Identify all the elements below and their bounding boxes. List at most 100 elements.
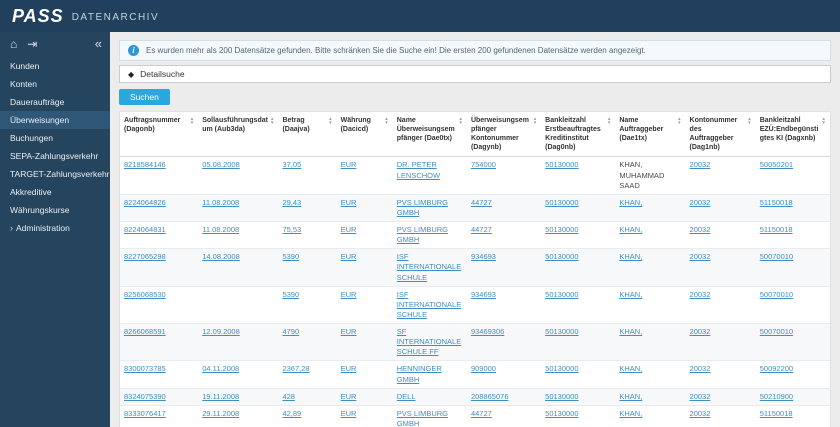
cell-link[interactable]: 51150018 (760, 225, 793, 234)
cell-link[interactable]: 42,89 (282, 409, 301, 418)
cell-link[interactable]: 50070010 (760, 252, 793, 261)
cell-link[interactable]: PVS LIMBURG GMBH (397, 198, 448, 217)
cell-link[interactable]: 51150018 (760, 409, 793, 418)
sort-icon[interactable]: ▲ ▼ (190, 116, 194, 134)
cell-link[interactable]: 8324075390 (124, 392, 166, 401)
cell-link[interactable]: 428 (282, 392, 295, 401)
cell-link[interactable]: 50070010 (760, 290, 793, 299)
cell-link[interactable]: 754000 (471, 160, 496, 169)
cell-link[interactable]: 04.11.2008 (202, 364, 239, 373)
cell-link[interactable]: 20032 (690, 327, 711, 336)
cell-link[interactable]: PVS LIMBURG GMBH (397, 225, 448, 244)
column-header[interactable]: Sollausführungsdatum (Aub3da) ▲ ▼ (198, 112, 279, 158)
panel-toggle-icon[interactable]: ◆ (128, 70, 134, 79)
cell-link[interactable]: KHAN, (619, 392, 642, 401)
cell-link[interactable]: DR. PETER LENSCHOW (397, 160, 440, 179)
cell-link[interactable]: 20032 (690, 392, 711, 401)
sidebar-item-akkreditive[interactable]: Akkreditive (0, 183, 110, 201)
cell-link[interactable]: EUR (341, 392, 357, 401)
cell-link[interactable]: 50130000 (545, 364, 578, 373)
cell-link[interactable]: EUR (341, 225, 357, 234)
column-header[interactable]: Bankleitzahl EZÜ:Endbegünstigtes KI (Dag… (755, 112, 830, 158)
cell-link[interactable]: EUR (341, 327, 357, 336)
cell-link[interactable]: 50130000 (545, 327, 578, 336)
cell-link[interactable]: ISF INTERNATIONALE SCHULE (397, 252, 461, 281)
cell-link[interactable]: PVS LIMBURG GMBH (397, 409, 448, 427)
cell-link[interactable]: 2367,28 (282, 364, 309, 373)
sort-icon[interactable]: ▲ ▼ (822, 116, 826, 143)
sort-icon[interactable]: ▲ ▼ (328, 116, 332, 134)
cell-link[interactable]: 44727 (471, 198, 492, 207)
cell-link[interactable]: KHAN, (619, 252, 642, 261)
cell-link[interactable]: KHAN, (619, 290, 642, 299)
logout-icon[interactable]: ⇥ (27, 38, 37, 50)
cell-link[interactable]: 8300073785 (124, 364, 166, 373)
sort-icon[interactable]: ▲ ▼ (607, 116, 611, 152)
cell-link[interactable]: EUR (341, 364, 357, 373)
cell-link[interactable]: 51150018 (760, 198, 793, 207)
cell-link[interactable]: KHAN, (619, 198, 642, 207)
cell-link[interactable]: 934693 (471, 290, 496, 299)
cell-link[interactable]: 50210900 (760, 392, 793, 401)
cell-link[interactable]: 50130000 (545, 198, 578, 207)
cell-link[interactable]: 50130000 (545, 290, 578, 299)
cell-link[interactable]: KHAN, (619, 364, 642, 373)
cell-link[interactable]: 75,53 (282, 225, 301, 234)
cell-link[interactable]: 20032 (690, 290, 711, 299)
cell-link[interactable]: 20032 (690, 225, 711, 234)
cell-link[interactable]: 8224064826 (124, 198, 166, 207)
sidebar-item-kunden[interactable]: Kunden (0, 57, 110, 75)
cell-link[interactable]: 11.08.2008 (202, 198, 239, 207)
cell-link[interactable]: 14.08.2008 (202, 252, 240, 261)
cell-link[interactable]: 29.11.2008 (202, 409, 239, 418)
column-header[interactable]: Bankleitzahl Erstbeauftragtes Kreditinst… (541, 112, 616, 158)
column-header[interactable]: Überweisungsempfänger Kontonummer (Dagyn… (466, 112, 542, 158)
sidebar-item-buchungen[interactable]: Buchungen (0, 129, 110, 147)
cell-link[interactable]: 20032 (690, 198, 711, 207)
cell-link[interactable]: HENNINGER GMBH (397, 364, 442, 383)
column-header[interactable]: Betrag (Daajva) ▲ ▼ (278, 112, 337, 158)
cell-link[interactable]: 208865076 (471, 392, 509, 401)
cell-link[interactable]: KHAN, (619, 225, 642, 234)
sidebar-item-administration[interactable]: › Administration (0, 219, 110, 237)
column-header[interactable]: Kontonummer des Auftraggeber (Dag1nb) ▲ ▼ (685, 112, 756, 158)
cell-link[interactable]: KHAN, (619, 327, 642, 336)
cell-link[interactable]: EUR (341, 252, 357, 261)
cell-link[interactable]: EUR (341, 290, 357, 299)
cell-link[interactable]: 29,43 (282, 198, 301, 207)
cell-link[interactable]: 8266068591 (124, 327, 166, 336)
cell-link[interactable]: 50130000 (545, 392, 578, 401)
cell-link[interactable]: 8227065298 (124, 252, 166, 261)
cell-link[interactable]: DELL (397, 392, 416, 401)
cell-link[interactable]: 93469306 (471, 327, 504, 336)
cell-link[interactable]: 909000 (471, 364, 496, 373)
cell-link[interactable]: 8256068530 (124, 290, 166, 299)
sidebar-item-sepa-zahlungsverkehr[interactable]: SEPA-Zahlungsverkehr (0, 147, 110, 165)
sort-icon[interactable]: ▲ ▼ (270, 116, 274, 134)
cell-link[interactable]: 20032 (690, 409, 711, 418)
cell-link[interactable]: 5390 (282, 290, 299, 299)
cell-link[interactable]: 11.08.2008 (202, 225, 239, 234)
column-header[interactable]: Auftragsnummer (Dagonb) ▲ ▼ (120, 112, 199, 158)
home-icon[interactable]: ⌂ (10, 38, 17, 50)
sort-icon[interactable]: ▲ ▼ (533, 116, 537, 152)
cell-link[interactable]: 05.08.2008 (202, 160, 240, 169)
cell-link[interactable]: 4790 (282, 327, 299, 336)
cell-link[interactable]: 50130000 (545, 409, 578, 418)
cell-link[interactable]: 20032 (690, 364, 711, 373)
cell-link[interactable]: 50130000 (545, 225, 578, 234)
column-header[interactable]: Name Überweisungsempfänger (Dae0tx) ▲ ▼ (392, 112, 467, 158)
cell-link[interactable]: 50130000 (545, 160, 578, 169)
column-header[interactable]: Name Auftraggeber (Dae1tx) ▲ ▼ (615, 112, 686, 158)
cell-link[interactable]: 8224064831 (124, 225, 166, 234)
sidebar-item-konten[interactable]: Konten (0, 75, 110, 93)
cell-link[interactable]: 50092200 (760, 364, 793, 373)
sort-icon[interactable]: ▲ ▼ (458, 116, 462, 143)
cell-link[interactable]: SF INTERNATIONALE SCHULE FF (397, 327, 461, 356)
cell-link[interactable]: KHAN, (619, 409, 642, 418)
column-header[interactable]: Währung (Dacicd) ▲ ▼ (336, 112, 393, 158)
cell-link[interactable]: EUR (341, 409, 357, 418)
sidebar-item-target-zahlungsverkehr[interactable]: TARGET-Zahlungsverkehr (0, 165, 110, 183)
sidebar-collapse-icon[interactable]: « (95, 37, 102, 50)
cell-link[interactable]: EUR (341, 160, 357, 169)
